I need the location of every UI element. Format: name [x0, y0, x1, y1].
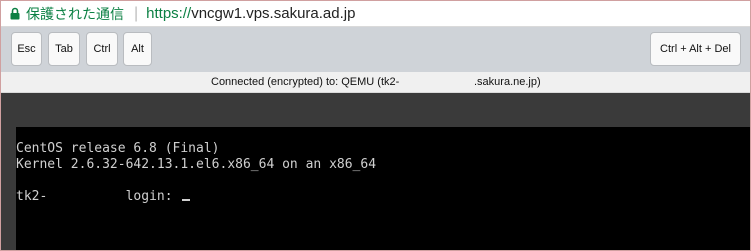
- console-os-release-line: CentOS release 6.8 (Final): [16, 141, 220, 156]
- alt-key-button[interactable]: Alt: [123, 32, 152, 66]
- esc-key-button[interactable]: Esc: [11, 32, 42, 66]
- ctrl-alt-del-button[interactable]: Ctrl + Alt + Del: [650, 32, 741, 66]
- ctrl-key-button[interactable]: Ctrl: [86, 32, 118, 66]
- vnc-toolbar: Esc Tab Ctrl Alt Ctrl + Alt + Del: [1, 27, 750, 72]
- connection-status-bar: Connected (encrypted) to: QEMU (tk2- .sa…: [1, 72, 750, 93]
- tab-key-button[interactable]: Tab: [48, 32, 80, 66]
- console-login-line: tk2- login:: [16, 189, 191, 205]
- console-login-prompt: login:: [125, 189, 173, 204]
- url-scheme: https://: [146, 5, 192, 22]
- secure-connection-label[interactable]: 保護された通信: [26, 4, 124, 24]
- address-divider: |: [134, 4, 139, 22]
- url-text[interactable]: https://vncgw1.vps.sakura.ad.jp: [146, 5, 355, 22]
- url-host: vncgw1.vps.sakura.ad.jp: [191, 5, 356, 22]
- lock-icon[interactable]: [10, 7, 20, 20]
- text-cursor: [182, 199, 191, 201]
- address-bar[interactable]: 保護された通信 | https://vncgw1.vps.sakura.ad.j…: [1, 1, 750, 27]
- console-kernel-line: Kernel 2.6.32-642.13.1.el6.x86_64 on an …: [16, 157, 377, 172]
- connection-domain-text: .sakura.ne.jp): [474, 76, 541, 88]
- vnc-console-screen[interactable]: CentOS release 6.8 (Final) Kernel 2.6.32…: [16, 127, 750, 250]
- console-hostname: tk2-: [16, 189, 48, 204]
- connection-status-text: Connected (encrypted) to: QEMU (tk2-: [211, 76, 400, 88]
